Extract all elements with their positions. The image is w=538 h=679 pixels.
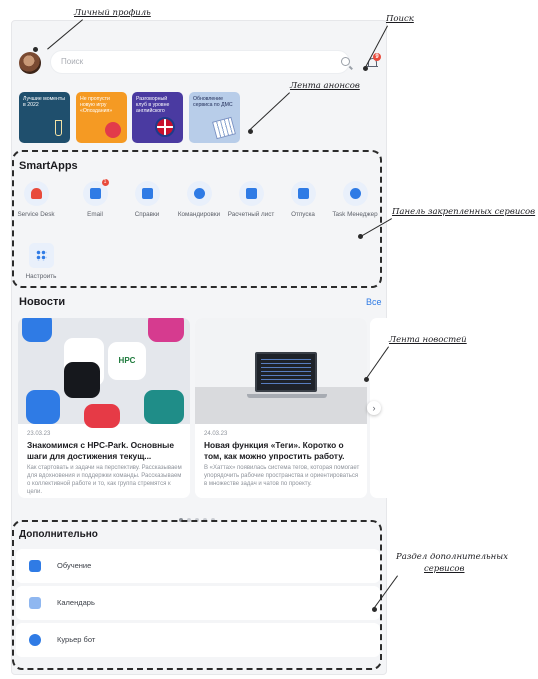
app-label: Service Desk (17, 211, 55, 218)
app-customize[interactable]: Настроить (16, 243, 66, 280)
calculator-icon (212, 116, 236, 140)
annotation-services-panel: Панель закрепленных сервисов (392, 207, 536, 217)
grid-icon (28, 243, 54, 268)
extra-item-label: Обучение (57, 561, 92, 570)
search-placeholder: Поиск (61, 57, 84, 66)
smartapps-title: SmartApps (19, 160, 78, 172)
app-certificates[interactable]: Справки (122, 181, 172, 218)
news-card[interactable]: HPC 23.03.23 Знакомимся с HPC-Park. Осно… (18, 318, 190, 498)
annotation-extra-section-line2: сервисов (424, 564, 465, 574)
email-badge: 1 (101, 179, 109, 186)
news-headline: Новая функция «Теги». Коротко о том, как… (204, 440, 345, 461)
app-label: Отпуска (291, 211, 315, 218)
emoji-face-icon (105, 122, 121, 138)
extra-item-calendar[interactable]: Календарь (16, 586, 380, 620)
calendar-icon (290, 181, 316, 206)
story-label: Не пропусти новую игру «Опоздания» (80, 96, 113, 114)
app-email[interactable]: 1 Email (70, 179, 120, 218)
story-card[interactable]: Обновление сервиса по ДМС (189, 92, 240, 143)
checkmark-icon (342, 181, 368, 206)
mail-icon: 1 (82, 179, 109, 206)
app-label: Task Менеджер (332, 211, 378, 218)
app-label: Справки (134, 211, 160, 218)
hpc-logo: HPC (108, 342, 146, 380)
news-excerpt: В «Хаттах» появилась система тегов, кото… (204, 465, 360, 487)
annotation-news-feed: Лента новостей (389, 335, 467, 345)
notification-badge: 9 (373, 53, 381, 61)
annotation-point (33, 47, 38, 52)
calendar-icon (29, 597, 41, 609)
annotation-search: Поиск (386, 14, 414, 24)
book-icon (29, 560, 41, 572)
annotation-point (248, 129, 253, 134)
app-task-manager[interactable]: Task Менеджер (330, 181, 380, 218)
app-label: Email (87, 211, 103, 218)
app-label: Командировки (177, 211, 221, 218)
app-vacations[interactable]: Отпуска (278, 181, 328, 218)
story-card[interactable]: Лучшие моменты в 2022 (19, 92, 70, 143)
news-all-link[interactable]: Все (366, 297, 382, 307)
news-card[interactable]: 24.03.23 Новая функция «Теги». Коротко о… (195, 318, 367, 498)
document-icon (134, 181, 160, 206)
news-title: Новости (19, 296, 66, 308)
app-service-desk[interactable]: Service Desk (11, 181, 61, 218)
globe-icon (186, 181, 212, 206)
story-label: Обновление сервиса по ДМС (193, 96, 233, 108)
annotation-point (358, 234, 363, 239)
search-icon[interactable] (341, 57, 350, 66)
app-label: Расчетный лист (227, 211, 275, 218)
search-input[interactable]: Поиск (50, 50, 350, 74)
app-payslip[interactable]: Расчетный лист (226, 181, 276, 218)
annotation-profile: Личный профиль (74, 8, 151, 18)
news-date: 23.03.23 (27, 431, 51, 437)
annotation-point (364, 377, 369, 382)
news-image (195, 318, 367, 424)
extra-item-label: Курьер бот (57, 635, 96, 644)
extra-item-label: Календарь (57, 598, 95, 607)
news-date: 24.03.23 (204, 431, 228, 437)
annotation-point (363, 66, 368, 71)
profile-avatar[interactable] (19, 52, 41, 74)
annotation-extra-section-line1: Раздел дополнительных (396, 552, 508, 562)
story-label: Разговорный клуб в уровне английского (136, 96, 170, 114)
news-headline: Знакомимся с HPC-Park. Основные шаги для… (27, 440, 174, 461)
annotation-point (372, 607, 377, 612)
app-business-trips[interactable]: Командировки (174, 181, 224, 218)
uk-flag-icon (155, 117, 175, 137)
courier-bot-icon (29, 634, 41, 646)
wallet-icon (238, 181, 264, 206)
extra-item-learning[interactable]: Обучение (16, 549, 380, 583)
story-label: Лучшие моменты в 2022 (23, 96, 66, 108)
story-card[interactable]: Не пропусти новую игру «Опоздания» (76, 92, 127, 143)
story-card[interactable]: Разговорный клуб в уровне английского (132, 92, 183, 143)
chevron-right-icon[interactable]: › (367, 401, 381, 415)
laptop-image (255, 352, 317, 392)
extra-title: Дополнительно (19, 529, 98, 540)
champagne-glass-icon (55, 120, 62, 136)
annotation-stories: Лента анонсов (290, 81, 360, 91)
app-label: Настроить (25, 273, 57, 280)
extra-item-courier-bot[interactable]: Курьер бот (16, 623, 380, 657)
news-excerpt: Как стартовать и задачи на перспективу. … (27, 465, 182, 495)
service-desk-icon (23, 181, 49, 206)
news-image: HPC (18, 318, 190, 428)
